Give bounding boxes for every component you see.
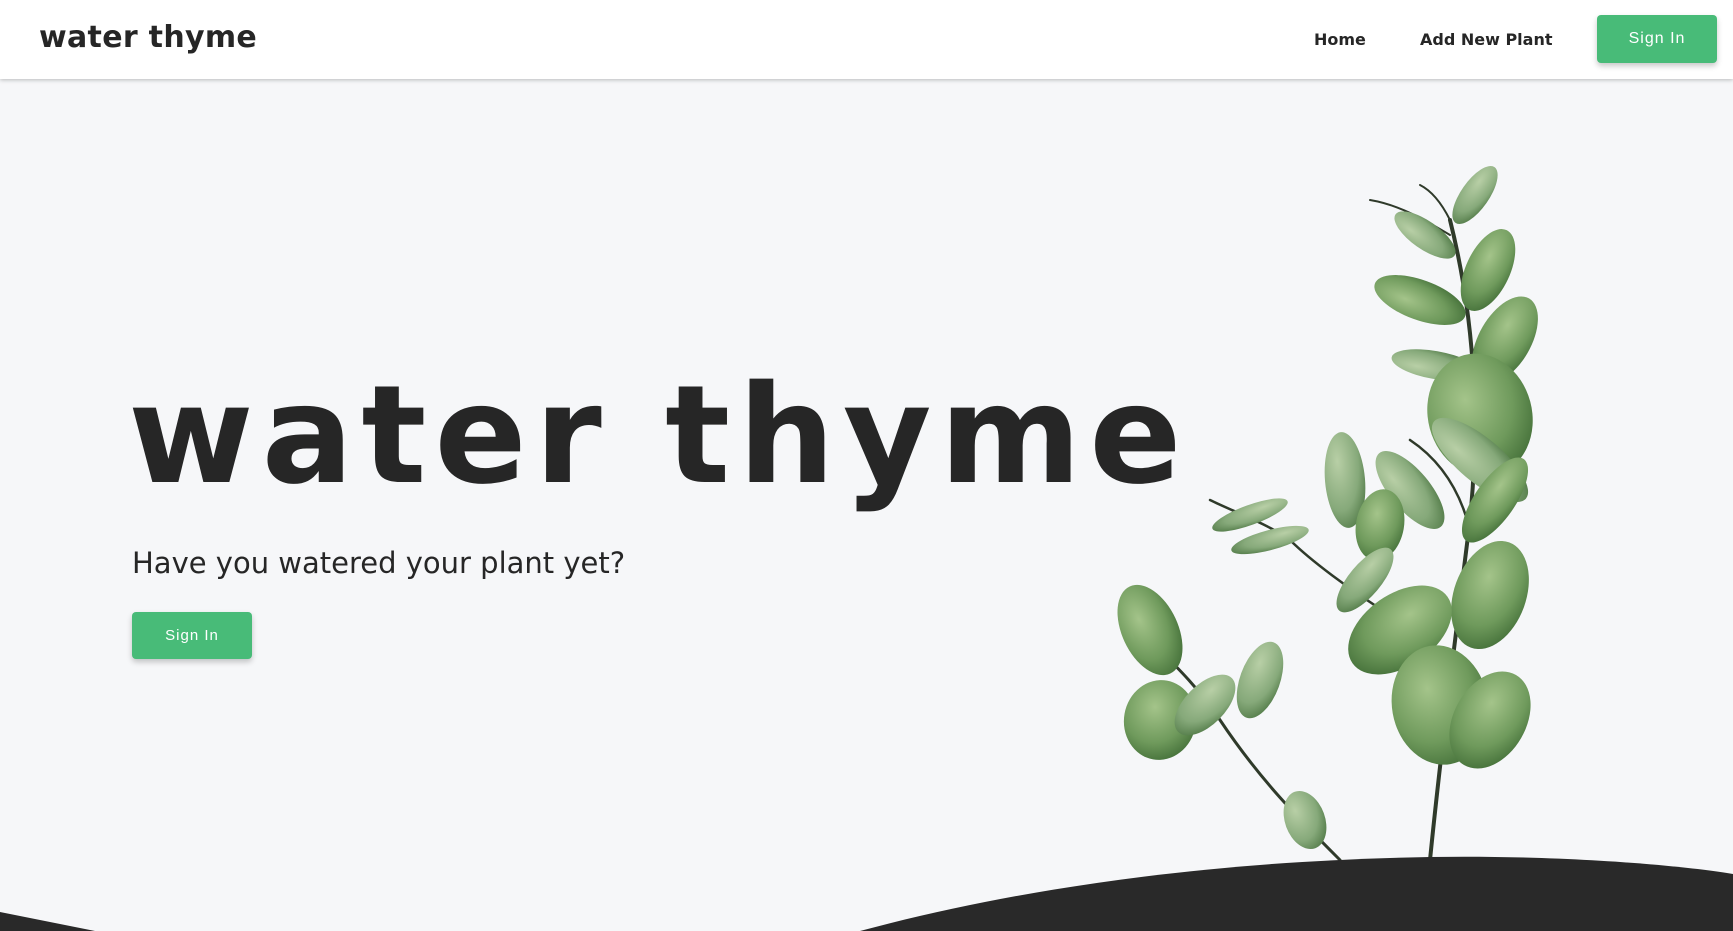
brand-logo-text[interactable]: water thyme [39,20,257,55]
landing-page: water thyme Home Add New Plant Sign In w… [0,0,1733,931]
hero-plant-image [1117,166,1538,862]
header-sign-in-button[interactable]: Sign In [1597,15,1717,63]
nav-add-new-plant-link[interactable]: Add New Plant [1420,30,1553,49]
hero-sign-in-button[interactable]: Sign In [132,612,252,659]
nav-home-link[interactable]: Home [1314,30,1366,49]
hero-title: water thyme [128,357,1190,515]
top-navbar: water thyme Home Add New Plant Sign In [0,0,1733,79]
hero-subtitle: Have you watered your plant yet? [132,546,626,580]
footer-wave-shape [0,856,1733,931]
